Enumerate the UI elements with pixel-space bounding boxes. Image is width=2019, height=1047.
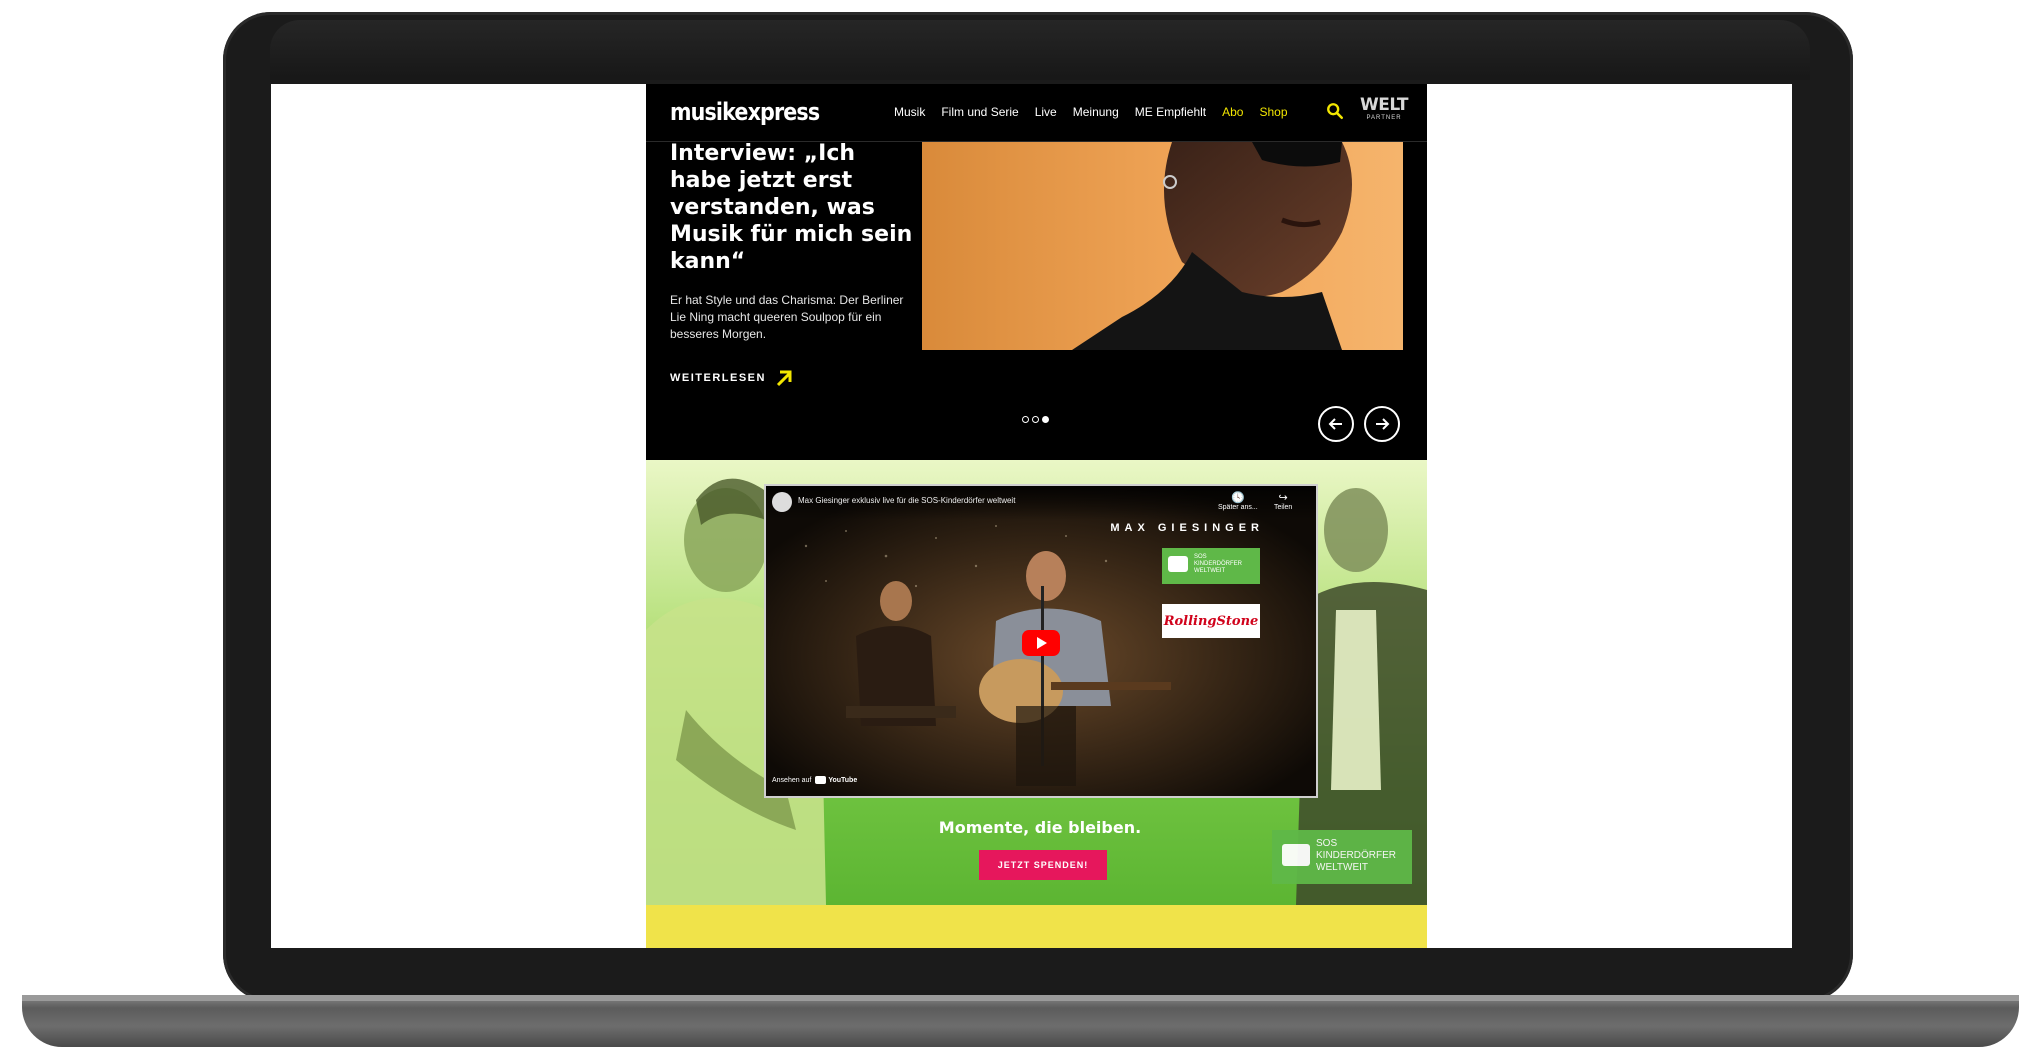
- sos-ad-banner[interactable]: Max Giesinger exklusiv live für die SOS-…: [646, 460, 1427, 905]
- arrow-left-icon: [1328, 418, 1342, 430]
- nav-link-meinung[interactable]: Meinung: [1073, 105, 1119, 119]
- share-label: Teilen: [1274, 504, 1293, 511]
- prev-slide-button[interactable]: [1318, 406, 1354, 442]
- nav-link-live[interactable]: Live: [1035, 105, 1057, 119]
- slider-dot-1[interactable]: [1022, 416, 1029, 423]
- partner-name: WELT: [1360, 95, 1408, 115]
- next-slide-button[interactable]: [1364, 406, 1400, 442]
- nav-link-me-empfiehlt[interactable]: ME Empfiehlt: [1135, 105, 1206, 119]
- arrow-up-right-icon: [776, 370, 792, 387]
- share-icon: ↪: [1278, 492, 1288, 504]
- read-more-label: WEITERLESEN: [670, 372, 766, 384]
- channel-avatar[interactable]: [772, 492, 792, 512]
- rolling-stone-logo: RollingStone: [1162, 604, 1260, 638]
- laptop-base-edge: [22, 995, 2019, 1001]
- sos-line-2: KINDERDÖRFER: [1194, 561, 1243, 567]
- slider-dot-3[interactable]: [1042, 416, 1049, 423]
- watch-on-label: Ansehen auf: [772, 776, 812, 784]
- hero-slider: Interview: „Ich habe jetzt erst verstand…: [646, 140, 1427, 460]
- yellow-footer-strip: [646, 905, 1427, 948]
- share-button[interactable]: ↪ Teilen: [1274, 492, 1292, 511]
- sos-badge-line-3: WELTWEIT: [1316, 862, 1369, 873]
- youtube-video-embed[interactable]: Max Giesinger exklusiv live für die SOS-…: [764, 484, 1318, 798]
- hero-image[interactable]: [922, 142, 1403, 350]
- sos-badge-icon: [1282, 844, 1310, 866]
- search-icon[interactable]: [1326, 102, 1344, 120]
- youtube-label: YouTube: [828, 776, 858, 784]
- youtube-logo: YouTube: [815, 776, 857, 784]
- slider-dot-2[interactable]: [1032, 416, 1039, 423]
- video-title[interactable]: Max Giesinger exklusiv live für die SOS-…: [798, 496, 1015, 505]
- sos-badge-line-1: SOS: [1316, 838, 1338, 849]
- watch-on-youtube-link[interactable]: Ansehen auf YouTube: [772, 776, 857, 784]
- slider-dots: [1022, 416, 1049, 423]
- play-button[interactable]: [1022, 630, 1060, 656]
- watch-later-button[interactable]: 🕓 Später ans...: [1218, 492, 1258, 511]
- nav-link-film-und-serie[interactable]: Film und Serie: [941, 105, 1018, 119]
- clock-icon: 🕓: [1231, 492, 1245, 504]
- sos-line-3: WELTWEIT: [1194, 568, 1226, 574]
- video-top-bar: Max Giesinger exklusiv live für die SOS-…: [766, 486, 1316, 520]
- rolling-stone-text: RollingStone: [1163, 613, 1259, 629]
- website: musikexpress Musik Film und Serie Live M…: [646, 84, 1427, 948]
- partner-sub: PARTNER: [1366, 115, 1402, 121]
- hero-teaser: Er hat Style und das Charisma: Der Berli…: [670, 293, 904, 341]
- sos-badge[interactable]: SOS KINDERDÖRFER WELTWEIT: [1272, 830, 1412, 884]
- laptop-bezel-shine: [270, 20, 1810, 80]
- donate-button[interactable]: JETZT SPENDEN!: [979, 850, 1107, 880]
- watch-later-label: Später ans...: [1218, 504, 1258, 511]
- nav-link-shop[interactable]: Shop: [1259, 105, 1287, 119]
- welt-partner-logo[interactable]: WELT PARTNER: [1358, 96, 1410, 122]
- play-icon: [1037, 637, 1047, 649]
- main-navigation: musikexpress Musik Film und Serie Live M…: [646, 84, 1427, 142]
- hero-title[interactable]: Interview: „Ich habe jetzt erst verstand…: [670, 140, 920, 275]
- nav-link-abo[interactable]: Abo: [1222, 105, 1243, 119]
- sos-logo-icon: [1168, 556, 1188, 572]
- sos-line-1: SOS: [1194, 554, 1207, 560]
- arrow-right-icon: [1376, 418, 1390, 430]
- laptop-base: [22, 995, 2019, 1047]
- site-logo[interactable]: musikexpress: [670, 98, 820, 126]
- artist-name: MAX GIESINGER: [1110, 522, 1264, 534]
- nav-link-musik[interactable]: Musik: [894, 105, 925, 119]
- youtube-icon: [815, 776, 827, 784]
- sos-logo-box: SOS KINDERDÖRFER WELTWEIT: [1162, 548, 1260, 584]
- sos-badge-line-2: KINDERDÖRFER: [1316, 850, 1397, 861]
- read-more-link[interactable]: WEITERLESEN: [670, 368, 794, 388]
- nav-links: Musik Film und Serie Live Meinung ME Emp…: [894, 105, 1288, 119]
